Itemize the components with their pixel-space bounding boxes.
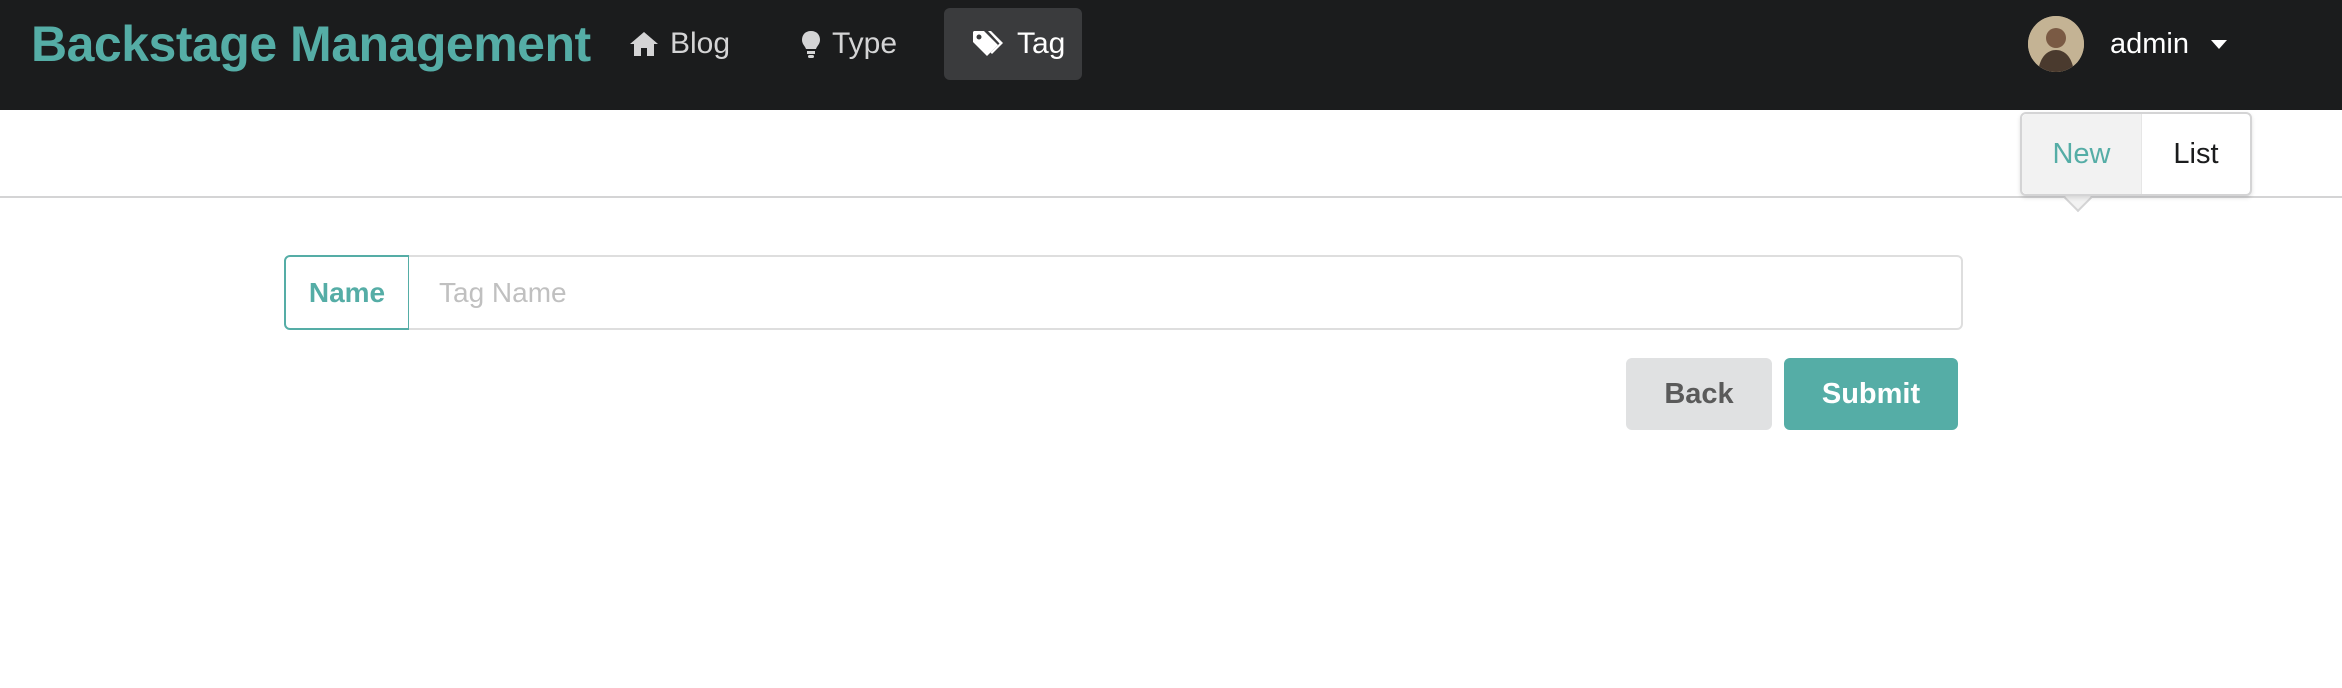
brand-title[interactable]: Backstage Management [31,14,591,74]
top-navbar: Backstage Management Blog Type Tag admin [0,0,2342,110]
submenu-item-list[interactable]: List [2142,114,2250,194]
user-menu[interactable]: admin [2028,16,2227,72]
nav-type[interactable]: Type [800,8,910,80]
submenu: New List [2020,112,2252,196]
avatar [2028,16,2084,72]
back-button[interactable]: Back [1626,358,1772,430]
nav-tag-label: Tag [1017,27,1066,60]
caret-down-icon [2211,39,2227,49]
submenu-item-new[interactable]: New [2022,114,2142,194]
nav-type-label: Type [832,27,898,60]
name-field-label: Name [284,255,410,330]
home-icon [630,32,658,56]
nav-tag[interactable]: Tag [944,8,1082,80]
tag-name-input[interactable] [409,255,1963,330]
submit-button[interactable]: Submit [1784,358,1958,430]
nav-blog-label: Blog [670,27,731,60]
tags-icon [973,31,1003,56]
nav-blog[interactable]: Blog [628,8,738,80]
lightbulb-icon [802,31,820,58]
sub-menu-bar [0,110,2342,198]
user-name: admin [2110,27,2189,60]
